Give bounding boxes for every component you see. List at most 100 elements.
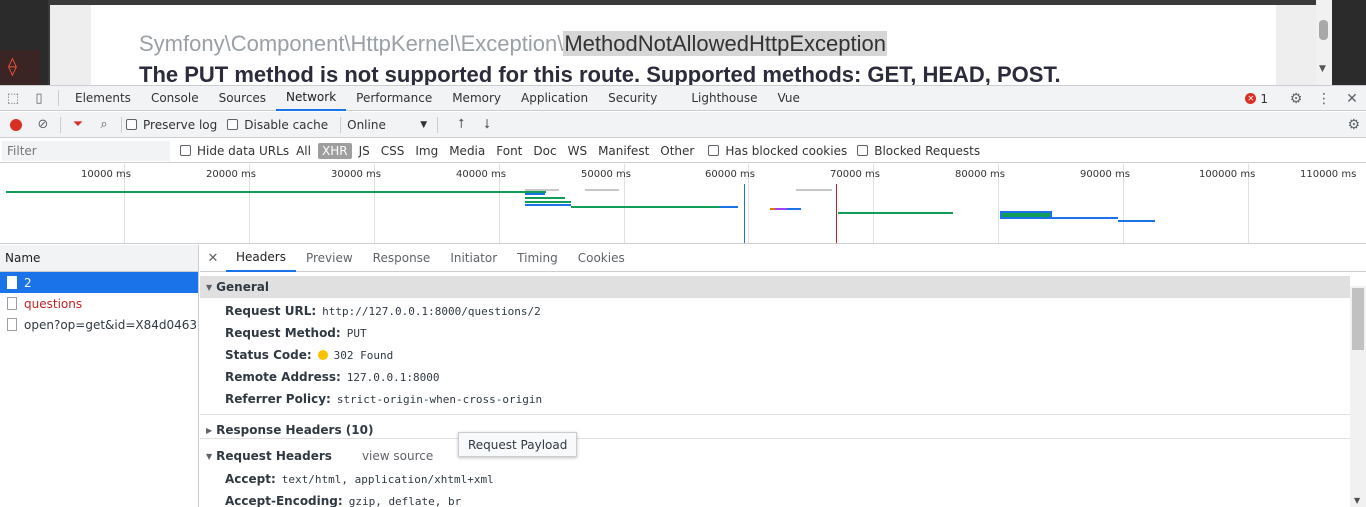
- has-blocked-cookies-checkbox[interactable]: Has blocked cookies: [708, 144, 847, 158]
- preserve-log-checkbox[interactable]: Preserve log: [126, 118, 217, 132]
- type-filter-css[interactable]: CSS: [377, 143, 409, 159]
- detail-scroll-thumb[interactable]: [1352, 288, 1364, 350]
- request-headers-section-header[interactable]: ▼ Request Headers view source: [200, 445, 1350, 467]
- timeline-bar: [796, 189, 832, 191]
- tab-elements[interactable]: Elements: [65, 86, 141, 111]
- exception-class: Symfony\Component\HttpKernel\Exception\M…: [139, 31, 887, 57]
- type-filter-ws[interactable]: WS: [564, 143, 591, 159]
- tab-preview[interactable]: Preview: [296, 245, 363, 272]
- type-filter-doc[interactable]: Doc: [529, 143, 560, 159]
- header-key: Referrer Policy:: [225, 392, 331, 406]
- record-button[interactable]: [10, 118, 22, 131]
- scroll-down-arrow-icon[interactable]: ▼: [1354, 496, 1360, 505]
- file-icon: [7, 297, 17, 310]
- tab-application[interactable]: Application: [511, 86, 598, 111]
- request-payload-tooltip: Request Payload: [458, 432, 578, 457]
- timeline-bar: [525, 197, 565, 199]
- filter-input[interactable]: [2, 140, 170, 161]
- section-title: Response Headers (10): [216, 423, 374, 437]
- type-filter-js[interactable]: JS: [355, 143, 374, 159]
- triangle-down-icon: ▼: [206, 282, 213, 292]
- close-devtools-icon[interactable]: ✕: [1338, 86, 1366, 111]
- tab-response[interactable]: Response: [363, 245, 441, 272]
- disable-cache-checkbox[interactable]: Disable cache: [227, 118, 328, 132]
- type-filter-manifest[interactable]: Manifest: [594, 143, 653, 159]
- timeline-tick-label: 80000 ms: [955, 169, 1005, 180]
- tabbar-right: ✕ 1 ⚙ ⋮ ✕: [1245, 86, 1366, 111]
- device-toolbar-icon[interactable]: ▯: [26, 86, 52, 111]
- timeline-tick-label: 110000 ms: [1300, 169, 1357, 180]
- tab-sources[interactable]: Sources: [209, 86, 276, 111]
- chevron-down-icon: ▼: [420, 119, 428, 130]
- type-filter-font[interactable]: Font: [492, 143, 526, 159]
- tabbar-separator: [58, 90, 59, 106]
- scroll-down-arrow-icon[interactable]: ▼: [1319, 64, 1326, 74]
- export-har-icon[interactable]: ⭣: [474, 112, 500, 138]
- import-har-icon[interactable]: ⭡: [448, 112, 474, 138]
- section-title: Request Headers: [216, 449, 332, 463]
- network-settings-gear-icon[interactable]: ⚙: [1347, 112, 1360, 138]
- tab-headers[interactable]: Headers: [226, 245, 296, 272]
- clear-icon[interactable]: ⊘: [30, 112, 56, 138]
- blocked-requests-checkbox[interactable]: Blocked Requests: [857, 144, 980, 158]
- view-source-link[interactable]: view source: [362, 449, 433, 463]
- request-row[interactable]: open?op=get&id=X84d04632...: [0, 314, 198, 335]
- name-column-header[interactable]: Name: [0, 245, 198, 272]
- type-filter-xhr[interactable]: XHR: [317, 142, 352, 159]
- filter-icon[interactable]: ⏷: [65, 112, 91, 138]
- type-filter-img[interactable]: Img: [411, 143, 442, 159]
- network-toolbar: ⊘ ⏷ ⌕ Preserve log Disable cache Online ▼…: [0, 112, 1366, 138]
- tab-performance[interactable]: Performance: [346, 86, 442, 111]
- network-overview-timeline[interactable]: 10000 ms 20000 ms 30000 ms 40000 ms 5000…: [0, 164, 1366, 244]
- tab-memory[interactable]: Memory: [442, 86, 511, 111]
- error-count-badge[interactable]: ✕ 1: [1245, 92, 1268, 106]
- inspect-element-icon[interactable]: ⬚: [0, 86, 26, 111]
- settings-gear-icon[interactable]: ⚙: [1282, 86, 1310, 111]
- checkbox-box[interactable]: [857, 145, 869, 156]
- close-detail-icon[interactable]: ✕: [200, 251, 226, 266]
- tab-network[interactable]: Network: [276, 86, 347, 111]
- left-app-bar: ⟠: [0, 0, 48, 85]
- search-icon[interactable]: ⌕: [91, 112, 117, 138]
- tab-cookies[interactable]: Cookies: [568, 245, 635, 272]
- remote-address-row: Remote Address: 127.0.0.1:8000: [225, 370, 440, 384]
- page-scrollbar[interactable]: ▼: [1316, 0, 1366, 85]
- timeline-tick-label: 20000 ms: [206, 169, 256, 180]
- checkbox-box[interactable]: [708, 145, 720, 156]
- type-filter-media[interactable]: Media: [445, 143, 489, 159]
- timeline-tick-label: 100000 ms: [1199, 169, 1256, 180]
- throttling-select[interactable]: Online ▼: [347, 118, 427, 132]
- header-value: strict-origin-when-cross-origin: [336, 392, 543, 406]
- timeline-bar: [775, 208, 787, 210]
- detail-scrollbar[interactable]: ▼: [1350, 286, 1366, 507]
- checkbox-box[interactable]: [180, 145, 191, 156]
- tab-initiator[interactable]: Initiator: [440, 245, 507, 272]
- page-scroll-track[interactable]: ▼: [1316, 0, 1332, 85]
- type-filter-other[interactable]: Other: [656, 143, 698, 159]
- timeline-bar: [525, 204, 571, 206]
- timeline-bar: [525, 201, 571, 203]
- request-row[interactable]: 2: [0, 272, 198, 293]
- triangle-right-icon: ▶: [206, 425, 213, 435]
- tab-vue[interactable]: Vue: [768, 86, 810, 111]
- page-scroll-thumb[interactable]: [1319, 20, 1328, 40]
- tab-console[interactable]: Console: [141, 86, 209, 111]
- more-menu-icon[interactable]: ⋮: [1310, 86, 1338, 111]
- request-row[interactable]: questions: [0, 293, 198, 314]
- checkbox-label: Disable cache: [244, 117, 329, 132]
- timeline-bar: [1118, 220, 1155, 222]
- header-key: Request URL:: [225, 304, 317, 318]
- type-filter-all[interactable]: All: [292, 143, 315, 159]
- checkbox-box[interactable]: [227, 119, 239, 130]
- checkbox-box[interactable]: [126, 119, 137, 130]
- tab-security[interactable]: Security: [598, 86, 667, 111]
- request-detail-panel: ✕ Headers Preview Response Initiator Tim…: [200, 245, 1366, 507]
- tab-timing[interactable]: Timing: [507, 245, 568, 272]
- tab-lighthouse[interactable]: Lighthouse: [681, 86, 767, 111]
- laravel-logo-icon[interactable]: ⟠: [8, 56, 30, 78]
- accept-row: Accept: text/html, application/xhtml+xml: [225, 472, 494, 486]
- hide-data-urls-checkbox[interactable]: Hide data URLs: [180, 144, 289, 158]
- filter-bar: Hide data URLs All XHR JS CSS Img Media …: [0, 139, 1366, 163]
- header-value: gzip, deflate, br: [348, 494, 462, 507]
- general-section-header[interactable]: ▼ General: [200, 276, 1350, 298]
